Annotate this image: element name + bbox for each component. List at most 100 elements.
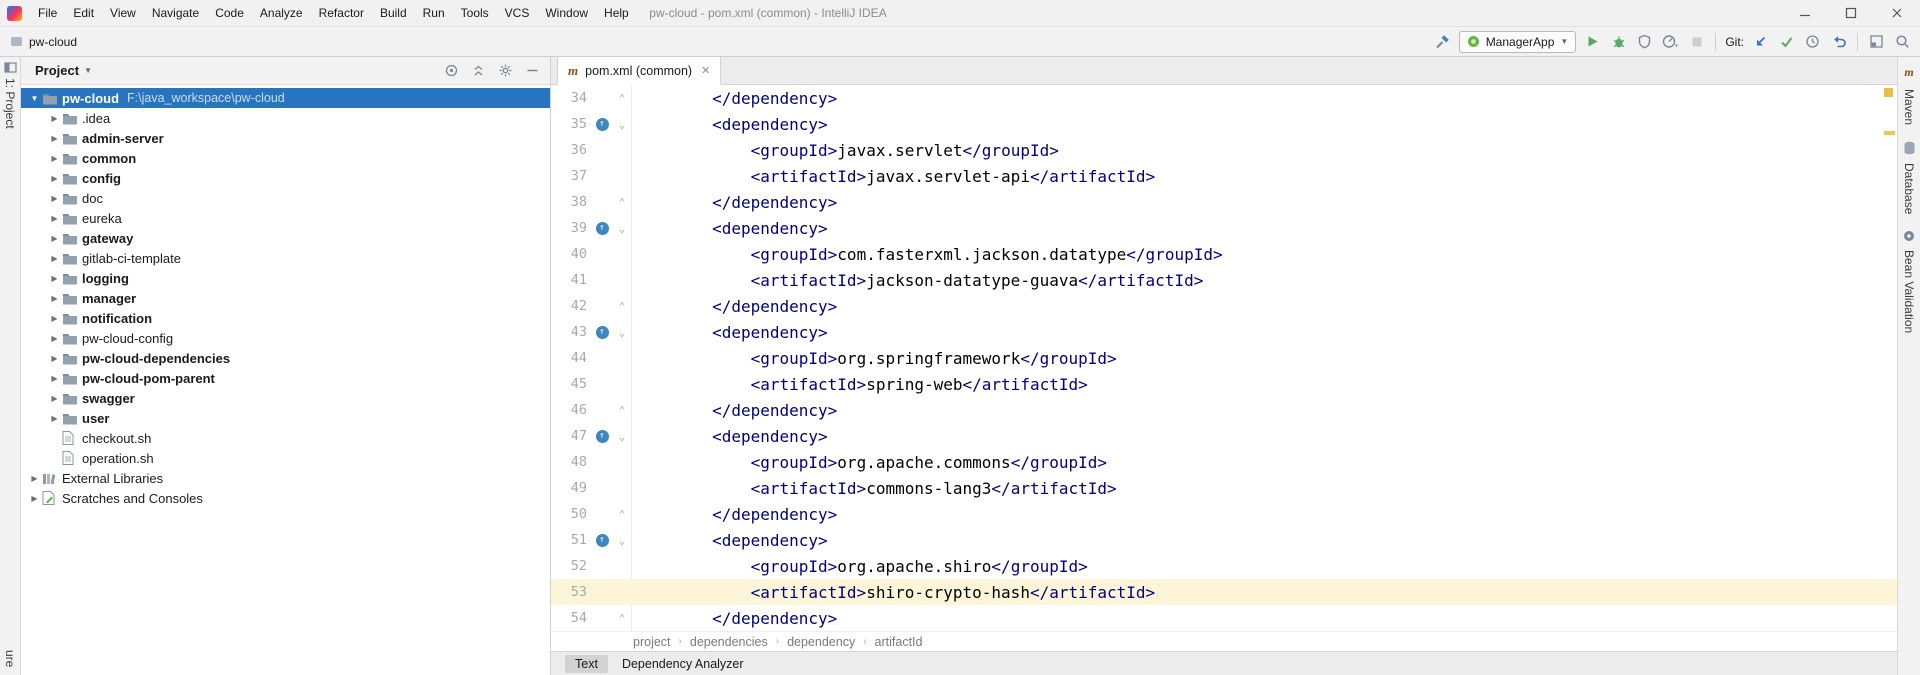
commit-button[interactable] [1777,32,1796,51]
menu-vcs[interactable]: VCS [497,0,538,26]
tree-item-pw-cloud-dependencies[interactable]: ▶pw-cloud-dependencies [21,348,550,368]
breadcrumb-project[interactable]: project [633,635,671,649]
tree-item-logging[interactable]: ▶logging [21,268,550,288]
vcs-history-button[interactable] [1803,32,1822,51]
fold-marker-icon[interactable]: ⌃ [613,612,631,625]
fold-marker-icon[interactable]: ⌄ [613,222,631,235]
tree-item-gateway[interactable]: ▶gateway [21,228,550,248]
tree-item-swagger[interactable]: ▶swagger [21,388,550,408]
tree-item-pw-cloud-config[interactable]: ▶pw-cloud-config [21,328,550,348]
debug-button[interactable] [1609,32,1628,51]
close-button[interactable] [1874,0,1920,26]
toolwindow-button-database[interactable]: Database [1902,141,1916,214]
tree-item-notification[interactable]: ▶notification [21,308,550,328]
inspection-status-indicator[interactable] [1884,88,1893,97]
bottom-tab-text[interactable]: Text [565,655,608,673]
tree-item-pw-cloud-pom-parent[interactable]: ▶pw-cloud-pom-parent [21,368,550,388]
warning-stripe-mark[interactable] [1884,131,1895,135]
build-project-button[interactable] [1433,32,1452,51]
project-toolwindow-button[interactable]: 1: Project [3,61,17,129]
tree-item-idea[interactable]: ▶.idea [21,108,550,128]
menu-window[interactable]: Window [537,0,596,26]
fold-marker-icon[interactable]: ⌃ [613,196,631,209]
code-editor[interactable]: 34⌃ </dependency>35↑⌄ <dependency>36 <gr… [551,85,1897,631]
expand-arrow-icon[interactable]: ▶ [47,194,62,203]
expand-arrow-icon[interactable]: ▶ [47,394,62,403]
expand-arrow-icon[interactable]: ▶ [47,314,62,323]
fold-marker-icon[interactable]: ⌄ [613,326,631,339]
chevron-down-icon[interactable]: ▼ [84,66,92,75]
code-line-47[interactable]: 47↑⌄ <dependency> [551,423,1897,449]
maven-dependency-icon[interactable]: ↑ [596,430,609,443]
maven-dependency-icon[interactable]: ↑ [596,326,609,339]
code-line-48[interactable]: 48 <groupId>org.apache.commons</groupId> [551,449,1897,475]
tree-item-admin-server[interactable]: ▶admin-server [21,128,550,148]
tab-pom-xml-common[interactable]: m pom.xml (common) ✕ [557,57,721,85]
settings-gear-icon[interactable] [498,63,513,78]
fold-marker-icon[interactable]: ⌄ [613,430,631,443]
tree-item-config[interactable]: ▶config [21,168,550,188]
breadcrumb-artifactid[interactable]: artifactId [875,635,923,649]
breadcrumb-dependency[interactable]: dependency [787,635,855,649]
expand-arrow-icon[interactable]: ▶ [47,174,62,183]
expand-arrow-icon[interactable]: ▶ [47,134,62,143]
expand-arrow-icon[interactable]: ▶ [47,294,62,303]
maximize-button[interactable] [1828,0,1874,26]
maven-dependency-icon[interactable]: ↑ [596,222,609,235]
expand-arrow-icon[interactable]: ▶ [47,274,62,283]
code-line-36[interactable]: 36 <groupId>javax.servlet</groupId> [551,137,1897,163]
maven-dependency-icon[interactable]: ↑ [596,534,609,547]
collapse-all-icon[interactable] [471,63,486,78]
expand-arrow-icon[interactable]: ▶ [47,154,62,163]
code-line-39[interactable]: 39↑⌄ <dependency> [551,215,1897,241]
expand-arrow-icon[interactable]: ▶ [47,354,62,363]
update-project-button[interactable] [1751,32,1770,51]
tree-item-user[interactable]: ▶user [21,408,550,428]
code-line-38[interactable]: 38⌃ </dependency> [551,189,1897,215]
fold-marker-icon[interactable]: ⌃ [613,404,631,417]
code-line-41[interactable]: 41 <artifactId>jackson-datatype-guava</a… [551,267,1897,293]
profiler-button[interactable] [1661,32,1680,51]
menu-build[interactable]: Build [372,0,415,26]
tab-close-icon[interactable]: ✕ [701,64,710,77]
bottom-tab-dependency-analyzer[interactable]: Dependency Analyzer [612,655,754,673]
expand-arrow-icon[interactable]: ▶ [47,374,62,383]
run-button[interactable] [1583,32,1602,51]
expand-arrow-icon[interactable]: ▶ [47,234,62,243]
expand-arrow-icon[interactable]: ▶ [27,494,42,503]
code-line-49[interactable]: 49 <artifactId>commons-lang3</artifactId… [551,475,1897,501]
code-line-45[interactable]: 45 <artifactId>spring-web</artifactId> [551,371,1897,397]
run-with-coverage-button[interactable] [1635,32,1654,51]
minimize-button[interactable] [1782,0,1828,26]
maven-dependency-icon[interactable]: ↑ [596,118,609,131]
menu-tools[interactable]: Tools [453,0,497,26]
toolwindow-button-maven[interactable]: mMaven [1902,63,1916,125]
code-line-40[interactable]: 40 <groupId>com.fasterxml.jackson.dataty… [551,241,1897,267]
run-configuration-select[interactable]: ManagerApp ▼ [1459,31,1577,53]
tree-item-common[interactable]: ▶common [21,148,550,168]
code-line-51[interactable]: 51↑⌄ <dependency> [551,527,1897,553]
locate-file-icon[interactable] [444,63,459,78]
tree-item-scratches-and-consoles[interactable]: ▶Scratches and Consoles [21,488,550,508]
code-line-42[interactable]: 42⌃ </dependency> [551,293,1897,319]
code-line-46[interactable]: 46⌃ </dependency> [551,397,1897,423]
fold-marker-icon[interactable]: ⌃ [613,508,631,521]
tree-item-gitlab-ci-template[interactable]: ▶gitlab-ci-template [21,248,550,268]
structure-toolwindow-button[interactable]: ure [3,646,17,672]
code-line-50[interactable]: 50⌃ </dependency> [551,501,1897,527]
menu-run[interactable]: Run [415,0,453,26]
fold-marker-icon[interactable]: ⌃ [613,92,631,105]
code-line-54[interactable]: 54⌃ </dependency> [551,605,1897,631]
code-line-53[interactable]: 53 <artifactId>shiro-crypto-hash</artifa… [551,579,1897,605]
breadcrumb-project[interactable]: pw-cloud [29,35,77,49]
fold-marker-icon[interactable]: ⌃ [613,300,631,313]
toolwindow-button-bean-validation[interactable]: Bean Validation [1902,230,1916,333]
expand-arrow-icon[interactable]: ▶ [47,214,62,223]
expand-arrow-icon[interactable]: ▶ [47,414,62,423]
expand-arrow-icon[interactable]: ▶ [27,474,42,483]
tree-item-operation-sh[interactable]: operation.sh [21,448,550,468]
menu-view[interactable]: View [102,0,144,26]
tree-item-checkout-sh[interactable]: checkout.sh [21,428,550,448]
stop-button[interactable] [1687,32,1706,51]
code-line-37[interactable]: 37 <artifactId>javax.servlet-api</artifa… [551,163,1897,189]
